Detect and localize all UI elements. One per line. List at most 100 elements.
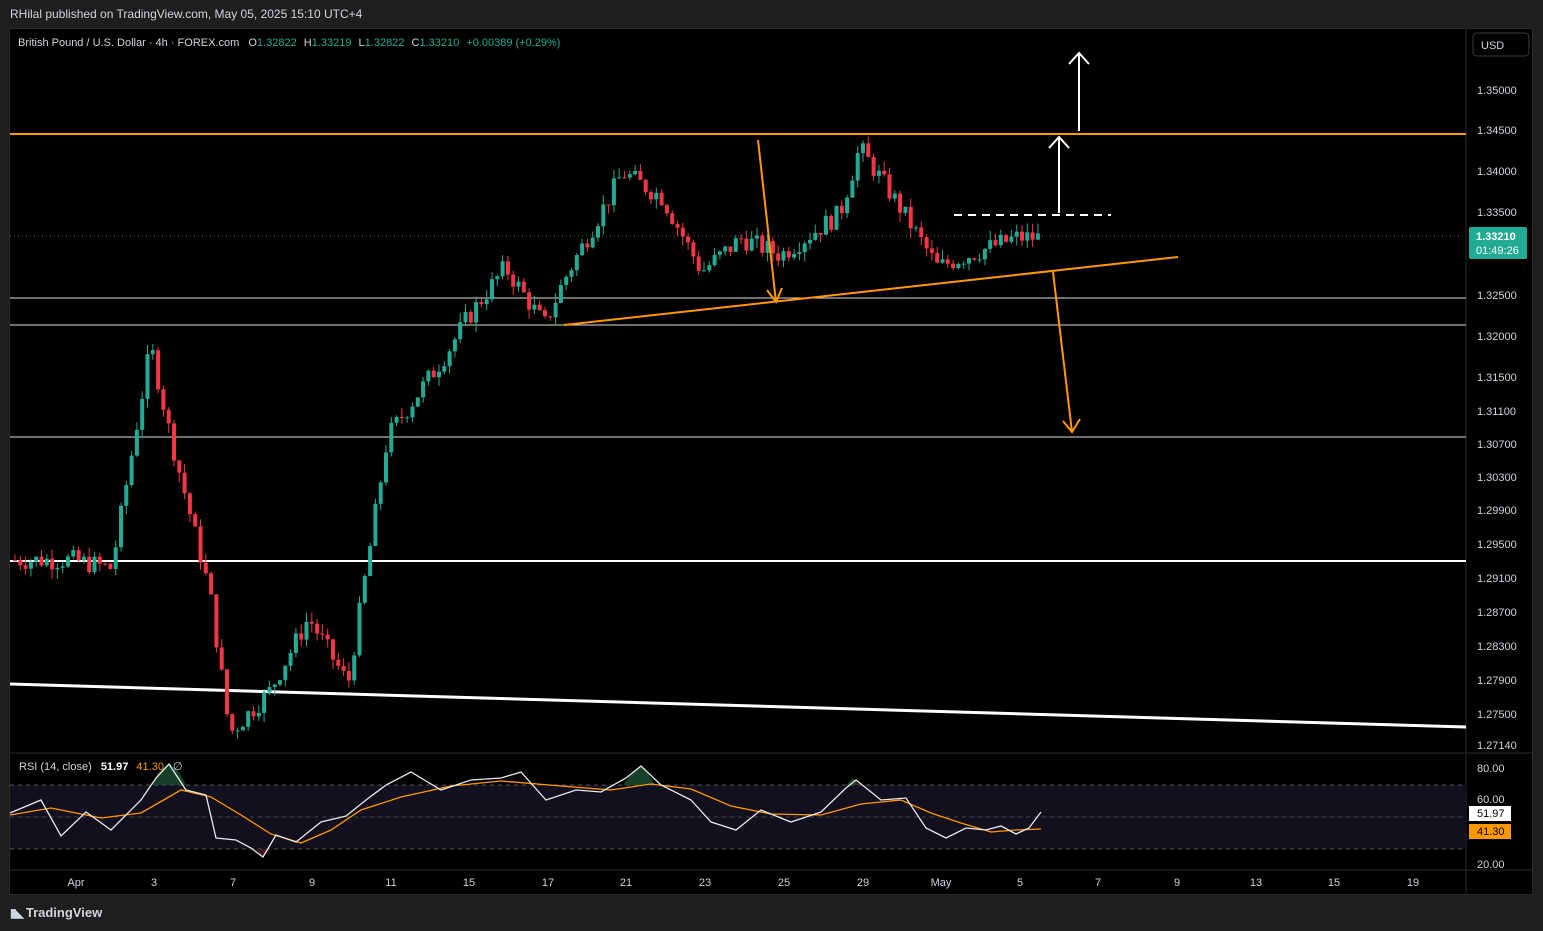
candle-body — [124, 484, 129, 506]
candle-body — [717, 251, 722, 255]
rsi-label: RSI (14, close) — [19, 761, 92, 773]
candle-body — [643, 179, 648, 193]
tradingview-logo[interactable]: ▮◣ TradingView — [10, 905, 102, 920]
price-tick-label: 1.29500 — [1477, 539, 1517, 551]
candle-body — [92, 556, 97, 573]
candle-body — [866, 143, 871, 158]
candle-body — [723, 246, 728, 252]
price-tick-label: 1.29900 — [1477, 505, 1517, 517]
candle-body — [1020, 231, 1024, 241]
candle-body — [601, 204, 606, 227]
rsi-tick-label: 80.00 — [1477, 763, 1505, 775]
candle-body — [97, 556, 102, 564]
candle-body — [315, 623, 320, 634]
symbol-legend[interactable]: British Pound / U.S. Dollar · 4h · FOREX… — [18, 37, 560, 49]
white-arrow-up-2[interactable] — [1048, 135, 1070, 213]
time-axis[interactable]: Apr 3 7 9 11 15 17 21 23 25 29 May 5 7 9 13 15 19 — [67, 877, 1419, 889]
price-axis[interactable]: 1.35000 1.34500 1.34000 1.33500 1.32500 1.320… — [1477, 85, 1517, 752]
candle-body — [66, 556, 70, 567]
price-tick-label: 1.31500 — [1477, 372, 1517, 384]
candle-body — [219, 647, 224, 670]
candle-body — [325, 634, 330, 640]
candle-body — [707, 265, 712, 271]
candle-body — [352, 655, 357, 681]
candle-body — [399, 416, 404, 419]
candle-body — [590, 237, 595, 248]
time-tick-label: 19 — [1407, 877, 1419, 889]
candle-body — [410, 406, 415, 418]
candle-body — [929, 248, 934, 253]
candle-body — [908, 206, 913, 229]
candle-body — [548, 316, 553, 318]
currency-label: USD — [1481, 40, 1504, 52]
candle-body — [272, 684, 277, 688]
candle-body — [776, 253, 781, 261]
candle-body — [246, 711, 251, 727]
candle-body — [521, 281, 526, 293]
price-tick-label: 1.27500 — [1477, 709, 1517, 721]
candle-body — [209, 573, 214, 595]
ascending-neckline[interactable] — [563, 256, 1179, 326]
candle-body — [564, 276, 569, 285]
candle-body — [998, 234, 1003, 246]
candle-body — [368, 545, 373, 577]
price-tick-label: 1.28700 — [1477, 607, 1517, 619]
candle-body — [240, 726, 245, 731]
candle-body — [786, 251, 791, 258]
candle-body — [633, 170, 638, 175]
orange-arrow-down-2[interactable] — [1052, 271, 1081, 434]
candle-body — [686, 236, 691, 243]
candle-body — [182, 472, 187, 494]
candle-body — [919, 227, 924, 238]
candle-body — [134, 429, 139, 456]
white-arrow-up-1[interactable] — [1068, 51, 1090, 131]
candle-body — [956, 263, 961, 269]
candle-body — [81, 556, 86, 561]
chart-frame[interactable]: 1.35000 1.34500 1.34000 1.33500 1.32500 1.320… — [9, 28, 1533, 895]
time-tick-label: 21 — [620, 877, 632, 889]
close-value: 1.33210 — [419, 37, 459, 49]
candle-body — [442, 366, 447, 372]
currency-button[interactable]: USD — [1472, 32, 1530, 57]
candle-body — [961, 263, 966, 265]
candle-body — [802, 243, 807, 253]
price-tick-label: 1.34000 — [1477, 166, 1517, 178]
candle-body — [1035, 233, 1040, 240]
rsi-value-badge: 51.97 — [1469, 806, 1511, 821]
candle-body — [649, 192, 653, 200]
candle-body — [431, 370, 436, 378]
candle-body — [18, 560, 23, 566]
candle-body — [193, 514, 198, 527]
time-tick-label: Apr — [67, 877, 84, 889]
svg-text:British Pound / U.S. Dollar ·: British Pound / U.S. Dollar · 4h · FOREX… — [18, 37, 560, 49]
candle-body — [755, 235, 759, 239]
candle-body — [580, 243, 585, 256]
rsi-tick-label: 20.00 — [1477, 859, 1505, 871]
time-tick-label: 15 — [463, 877, 475, 889]
candle-body — [39, 556, 44, 566]
candle-body — [553, 302, 558, 318]
candle-body — [394, 416, 399, 423]
candle-body — [871, 157, 876, 176]
orange-arrow-down-1[interactable] — [757, 139, 783, 304]
candle-body — [808, 239, 812, 244]
candle-body — [993, 240, 998, 246]
candle-body — [389, 422, 394, 453]
candle-body — [384, 452, 388, 483]
candle-body — [558, 284, 563, 303]
price-tick-label: 1.27140 — [1477, 740, 1517, 752]
candle-body — [76, 550, 81, 561]
candle-body — [198, 526, 203, 563]
candle-body — [839, 205, 844, 214]
chart-canvas[interactable]: 1.35000 1.34500 1.34000 1.33500 1.32500 1.320… — [10, 29, 1532, 894]
candle-body — [516, 281, 521, 287]
candle-body — [484, 299, 489, 305]
candle-body — [744, 238, 749, 251]
candle-body — [103, 563, 108, 565]
last-price-value: 1.33210 — [1476, 231, 1516, 243]
candle-body — [823, 215, 828, 235]
rsi-legend[interactable]: RSI (14, close) 51.97 41.30 ∅ — [19, 761, 183, 773]
low-value: 1.32822 — [365, 37, 405, 49]
candle-body — [781, 251, 786, 261]
candle-body — [892, 193, 897, 199]
